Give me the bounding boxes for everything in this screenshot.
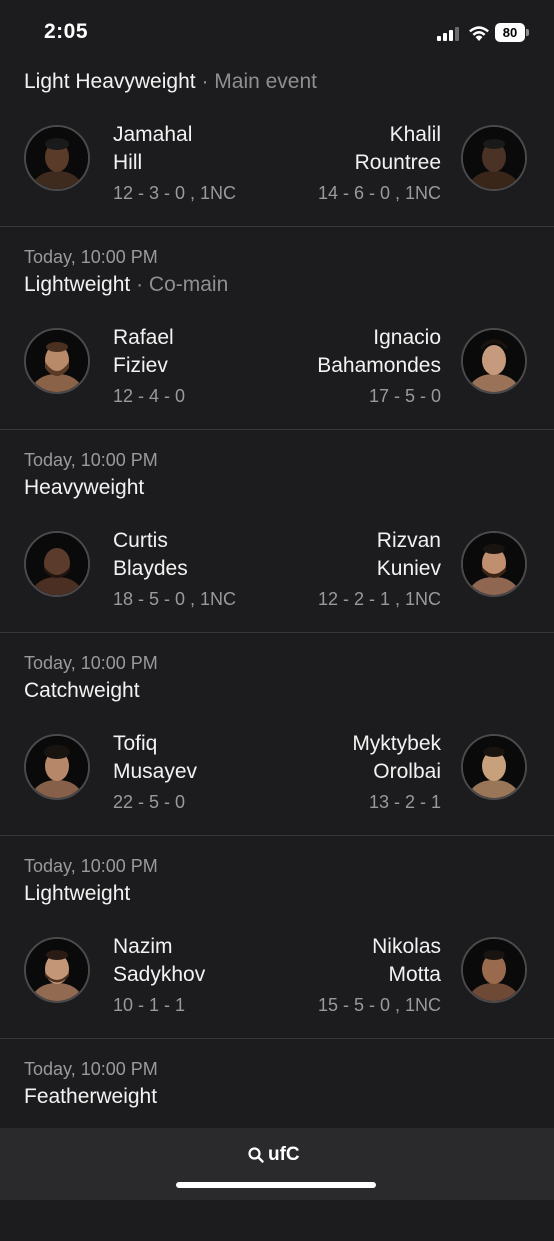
fight-card[interactable]: Today, 10:00 PM Lightweight · Co-main Ra… xyxy=(0,227,554,430)
home-indicator[interactable] xyxy=(176,1182,376,1188)
fighter-first-name: Nikolas xyxy=(372,935,441,958)
fighter-last-name: Fiziev xyxy=(113,354,168,377)
fighter-record-left: 12 - 4 - 0 xyxy=(113,386,186,406)
fighter-record-right: 12 - 2 - 1 , 1NC xyxy=(317,589,441,609)
wifi-icon xyxy=(469,26,489,41)
fighter-name-left[interactable]: Rafael Fiziev xyxy=(113,324,174,380)
weight-class-label: Lightweight xyxy=(24,273,131,296)
fighter-record-right: 14 - 6 - 0 , 1NC xyxy=(317,183,441,203)
fight-time: Today, 10:00 PM xyxy=(24,1059,158,1079)
bottom-search-bar: ufC xyxy=(0,1128,554,1200)
weight-class-label: Lightweight xyxy=(24,882,131,905)
fighter-record-left: 12 - 3 - 0 , 1NC xyxy=(113,183,237,203)
fighter-last-name: Blaydes xyxy=(113,557,188,580)
fighter-last-name: Motta xyxy=(388,963,441,986)
fighter-name-right[interactable]: Nikolas Motta xyxy=(372,933,441,989)
battery-cap xyxy=(526,29,529,36)
fighter-avatar-right[interactable] xyxy=(461,937,527,1003)
weight-class-label: Catchweight xyxy=(24,679,140,702)
fighter-name-right[interactable]: Rizvan Kuniev xyxy=(377,527,441,583)
weight-class: Lightweight xyxy=(24,882,130,906)
fighter-record-right: 15 - 5 - 0 , 1NC xyxy=(317,995,441,1015)
fighter-record-right: 13 - 2 - 1 xyxy=(368,792,441,812)
fighter-first-name: Rafael xyxy=(113,326,174,349)
fighter-record-left: 10 - 1 - 1 xyxy=(113,995,186,1015)
fight-card[interactable]: Today, 10:00 PM Catchweight Tofiq Musaye… xyxy=(0,633,554,836)
fighter-record-left: 22 - 5 - 0 xyxy=(113,792,186,812)
fighter-name-right[interactable]: Khalil Rountree xyxy=(355,121,441,177)
fight-time: Today, 10:00 PM xyxy=(24,247,158,267)
fighter-first-name: Nazim xyxy=(113,935,173,958)
status-time: 2:05 xyxy=(44,20,89,43)
fighter-last-name: Rountree xyxy=(354,151,441,174)
search-button[interactable]: ufC xyxy=(248,1143,300,1167)
signal-icon xyxy=(437,25,461,41)
fighter-name-right[interactable]: Ignacio Bahamondes xyxy=(317,324,441,380)
weight-class: Featherweight xyxy=(24,1085,157,1109)
fighter-first-name: Myktybek xyxy=(352,732,441,755)
fighter-name-left[interactable]: Nazim Sadykhov xyxy=(113,933,205,989)
fighter-first-name: Curtis xyxy=(113,529,168,552)
fighter-last-name: Orolbai xyxy=(373,760,441,783)
fighter-last-name: Bahamondes xyxy=(317,354,441,377)
fight-time: Today, 10:00 PM xyxy=(24,450,158,470)
fighter-avatar-right[interactable] xyxy=(461,734,527,800)
status-bar: 2:05 80 xyxy=(0,0,554,64)
bout-tag: Co-main xyxy=(148,273,229,296)
fighter-name-right[interactable]: Myktybek Orolbai xyxy=(352,730,441,786)
fighter-first-name: Jamahal xyxy=(113,123,193,146)
fighter-avatar-left[interactable] xyxy=(24,937,90,1003)
weight-class: Lightweight · Co-main xyxy=(24,273,229,296)
fighter-last-name: Hill xyxy=(113,151,143,174)
fighter-avatar-left[interactable] xyxy=(24,734,90,800)
fighter-avatar-left[interactable] xyxy=(24,531,90,597)
fighter-name-left[interactable]: Curtis Blaydes xyxy=(113,527,188,583)
fighter-avatar-right[interactable] xyxy=(461,125,527,191)
weight-class-label: Featherweight xyxy=(24,1085,158,1108)
fighter-first-name: Ignacio xyxy=(373,326,441,349)
fighter-avatar-left[interactable] xyxy=(24,328,90,394)
battery-icon: 80 xyxy=(495,23,525,42)
weight-class: Light Heavyweight · Main event xyxy=(24,70,318,93)
fighter-avatar-right[interactable] xyxy=(461,531,527,597)
fighter-first-name: Khalil xyxy=(389,123,441,146)
fighter-last-name: Musayev xyxy=(113,760,198,783)
fighter-first-name: Tofiq xyxy=(113,732,158,755)
weight-class: Heavyweight xyxy=(24,476,144,500)
fighter-name-left[interactable]: Tofiq Musayev xyxy=(113,730,197,786)
fighter-last-name: Kuniev xyxy=(376,557,441,580)
fight-time: Today, 10:00 PM xyxy=(24,653,158,673)
weight-class: Catchweight xyxy=(24,679,140,703)
weight-class-label: Light Heavyweight xyxy=(24,70,196,93)
fighter-name-left[interactable]: Jamahal Hill xyxy=(113,121,192,177)
bout-tag: Main event xyxy=(214,70,318,93)
fighter-record-right: 17 - 5 - 0 xyxy=(368,386,441,406)
weight-class-label: Heavyweight xyxy=(24,476,145,499)
fighter-record-left: 18 - 5 - 0 , 1NC xyxy=(113,589,237,609)
fighter-avatar-left[interactable] xyxy=(24,125,90,191)
fighter-avatar-right[interactable] xyxy=(461,328,527,394)
fighter-last-name: Sadykhov xyxy=(113,963,206,986)
fight-card[interactable]: Today, 10:00 PM Lightweight Nazim Sadykh… xyxy=(0,836,554,1039)
search-icon xyxy=(248,1147,264,1163)
search-query: ufC xyxy=(268,1144,300,1165)
fighter-first-name: Rizvan xyxy=(376,529,441,552)
fight-time: Today, 10:00 PM xyxy=(24,856,158,876)
fight-card[interactable]: Today, 10:00 PM Heavyweight Curtis Blayd… xyxy=(0,430,554,633)
